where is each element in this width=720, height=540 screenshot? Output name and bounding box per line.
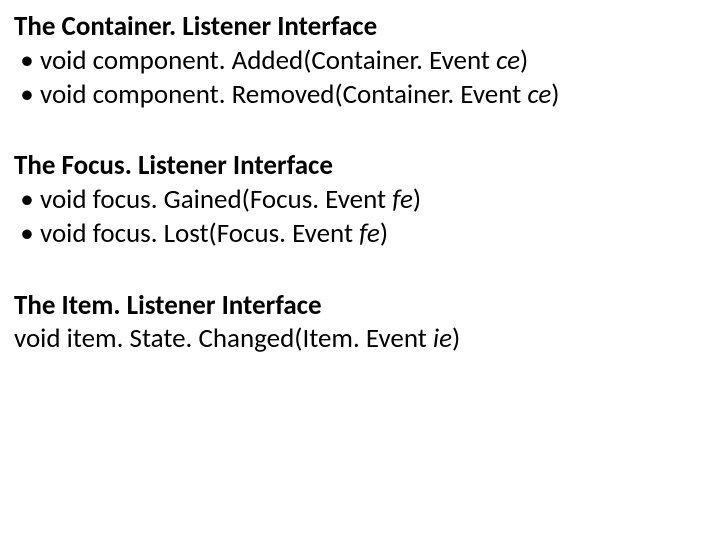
list-item: • void component. Added(Container. Event… (14, 44, 706, 78)
plain-line: void item. State. Changed(Item. Event ie… (14, 322, 706, 356)
list-item: • void component. Removed(Container. Eve… (14, 78, 706, 112)
bullet-icon: • (14, 217, 40, 251)
slide: The Container. Listener Interface • void… (0, 0, 720, 540)
method-text: void component. Removed(Container. Event… (40, 78, 559, 112)
bullet-icon: • (14, 78, 40, 112)
method-text: void focus. Lost(Focus. Event fe) (40, 217, 388, 251)
method-text: void item. State. Changed(Item. Event ie… (14, 322, 460, 356)
heading: The Focus. Listener Interface (14, 149, 706, 183)
heading: The Item. Listener Interface (14, 289, 706, 323)
heading: The Container. Listener Interface (14, 10, 706, 44)
method-text: void component. Added(Container. Event c… (40, 44, 528, 78)
list-item: • void focus. Lost(Focus. Event fe) (14, 217, 706, 251)
bullet-icon: • (14, 44, 40, 78)
section-item-listener: The Item. Listener Interface void item. … (14, 289, 706, 357)
bullet-icon: • (14, 183, 40, 217)
section-focus-listener: The Focus. Listener Interface • void foc… (14, 149, 706, 250)
list-item: • void focus. Gained(Focus. Event fe) (14, 183, 706, 217)
method-text: void focus. Gained(Focus. Event fe) (40, 183, 421, 217)
section-container-listener: The Container. Listener Interface • void… (14, 10, 706, 111)
